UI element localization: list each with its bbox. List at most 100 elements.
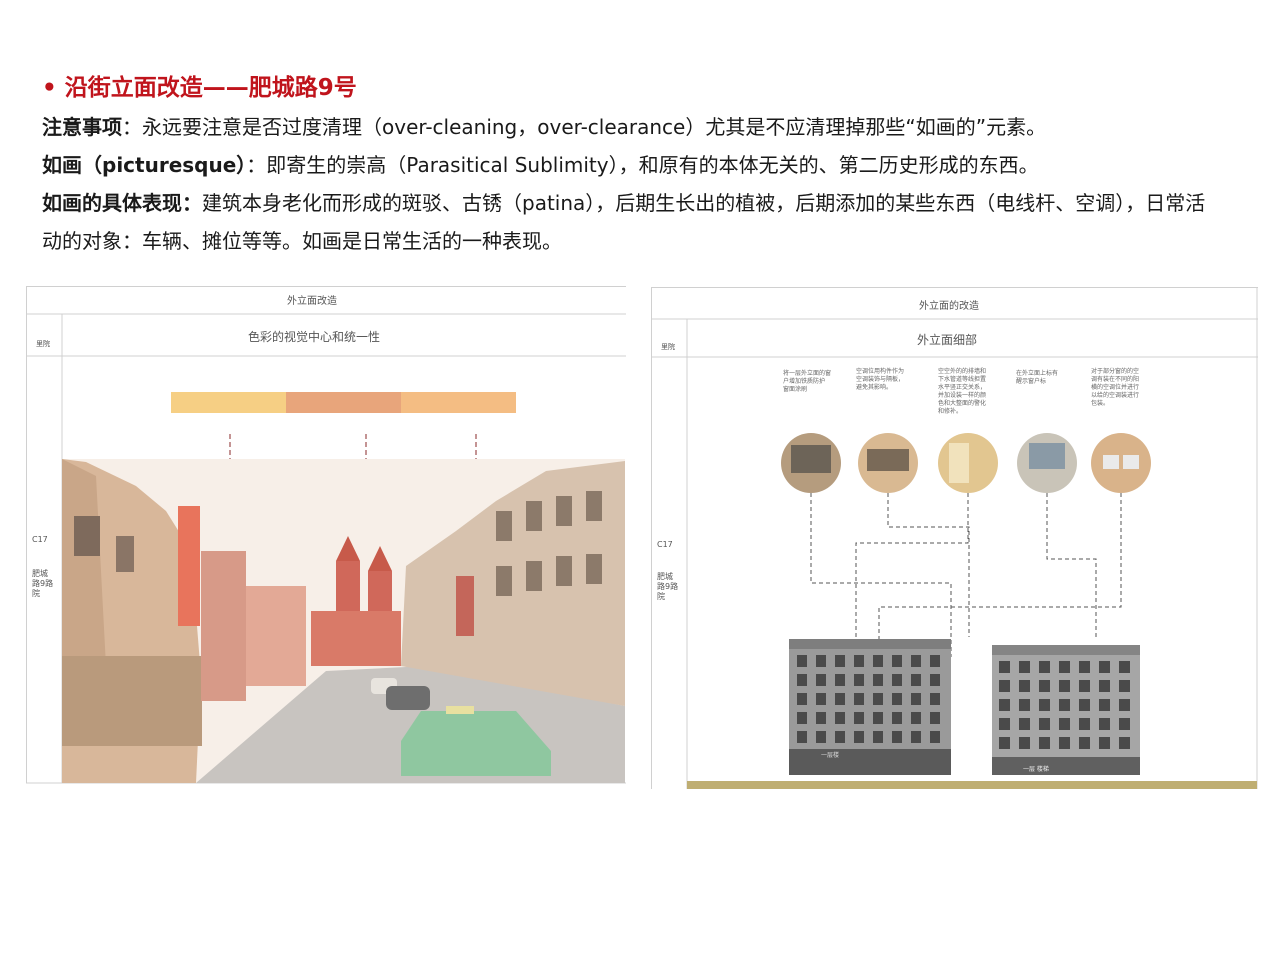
address-line: 院 [32,588,40,598]
window [556,556,572,586]
facade-window [999,718,1010,730]
facade-window [854,731,864,743]
shop-sign-vertical [178,506,200,626]
detail-circle-5 [1091,433,1151,493]
facade-window [1119,737,1130,749]
facade-window [1019,661,1030,673]
facade-window [930,731,940,743]
facade-window [1039,699,1050,711]
facade-window [1079,737,1090,749]
facade-window [835,674,845,686]
facade-window [930,712,940,724]
facade-window [1019,718,1030,730]
facade-window [835,712,845,724]
facade-window [1079,680,1090,692]
panel-subtitle: 色彩的视觉中心和统一性 [248,329,380,344]
annotation-line: 和修补。 [938,407,962,415]
facade-window [1039,680,1050,692]
annotation-line: 户增加铁质防护 [783,377,825,385]
annotation-line: 以给的空调装进行 [1091,391,1139,399]
annotation-1: 将一层外立面的窗 户增加铁质防护 窗面涂刷 [783,369,831,393]
address-line: 院 [657,591,665,601]
right-figure-panel: 外立面的改造 里院 外立面细部 C17 肥城 路9路 院 将一层外立面的窗 户增… [651,287,1258,790]
facade-window [1119,699,1130,711]
facade-window [1079,718,1090,730]
annotation-line: 窗面涂刷 [783,385,807,393]
facade-window [911,655,921,667]
detail-circle-2 [858,433,918,493]
facade-window [1059,661,1070,673]
annotation-line: 空调位用构件作为 [856,367,904,375]
facade-window [1039,718,1050,730]
facade-window [797,674,807,686]
facade-window [873,693,883,705]
facade-window [1119,718,1130,730]
ground-floor [992,757,1140,775]
facade-window [1059,699,1070,711]
facade-window [835,693,845,705]
left-figure-svg: 外立面改造 里院 色彩的视觉中心和统一性 C17 肥城 路9路 院 [26,286,626,784]
facade-window [892,693,902,705]
facade-window [797,712,807,724]
ac-unit [1103,455,1119,469]
ground-bar [687,781,1257,789]
facade-window [1039,661,1050,673]
address-line: 路9路 [657,581,678,591]
facade-window [1079,661,1090,673]
building-code: C17 [657,540,673,549]
facade-window [873,674,883,686]
paragraph-label: 如画的具体表现： [42,191,202,215]
facade-window [854,674,864,686]
cornice [992,645,1140,655]
color-swatch-2 [286,392,401,413]
annotation-line: 避免其影响。 [856,383,892,391]
window [526,561,542,591]
shop-sign: 一层楼 [821,751,839,759]
address-line: 肥城 [32,569,48,578]
paragraph-text: 建筑本身老化而形成的斑驳、古锈（patina），后期生长出的植被，后期添加的某些… [42,191,1206,253]
facade-window [1119,680,1130,692]
facade-window [1059,680,1070,692]
taxi-sign [446,706,474,714]
section-heading: • 沿街立面改造——肥城路9号 [42,68,357,102]
detail-circle-3 [938,433,998,493]
right-figure-svg: 外立面的改造 里院 外立面细部 C17 肥城 路9路 院 将一层外立面的窗 户增… [651,287,1258,789]
paragraph-expressions: 如画的具体表现：建筑本身老化而形成的斑驳、古锈（patina），后期生长出的植被… [42,184,1222,260]
annotation-5: 对于部分窗的的空 调有装在不同的阳 横的空调位并进行 以给的空调装进行 包装。 [1091,367,1139,407]
row-label: 里院 [661,342,675,351]
facade-window [797,655,807,667]
annotation-line: 对于部分窗的的空 [1091,367,1139,375]
color-swatch-3 [401,392,516,413]
facade-window [1019,737,1030,749]
facade-window [835,731,845,743]
facade-window [892,712,902,724]
paragraph-text: ：永远要注意是否过度清理（over-cleaning，over-clearanc… [122,115,1047,139]
facade-window [1079,699,1090,711]
balcony [867,449,909,471]
address-line: 肥城 [657,572,673,581]
facade-window [873,731,883,743]
connector [887,493,970,637]
heading-title: 沿街立面改造——肥城路9号 [64,75,357,101]
connector [878,493,1122,643]
window [556,496,572,526]
facade-window [1099,680,1110,692]
detail-photo [1091,433,1151,493]
street-photo [62,459,625,783]
annotation-2: 空调位用构件作为 空调装饰与隔板， 避免其影响。 [856,367,904,391]
paragraph-picturesque: 如画（picturesque）：即寄生的崇高（Parasitical Subli… [42,146,1222,184]
annotation-4: 在外立面上标有 醒示窗户标 [1016,369,1058,385]
facade-window [911,712,921,724]
facade-window [854,693,864,705]
building-elevation-left: 一层楼 [789,639,951,775]
facade-window [1059,718,1070,730]
facade-window [1119,661,1130,673]
annotation-line: 横的空调位并进行 [1091,383,1139,391]
connector [810,493,952,657]
row-label: 里院 [36,339,50,348]
paragraph-text: ：即寄生的崇高（Parasitical Sublimity），和原有的本体无关的… [246,153,1039,177]
paragraph-notes: 注意事项：永远要注意是否过度清理（over-cleaning，over-clea… [42,108,1222,146]
ground-floor [789,749,951,775]
detail-circle-1 [781,433,841,493]
facade-window [1039,737,1050,749]
